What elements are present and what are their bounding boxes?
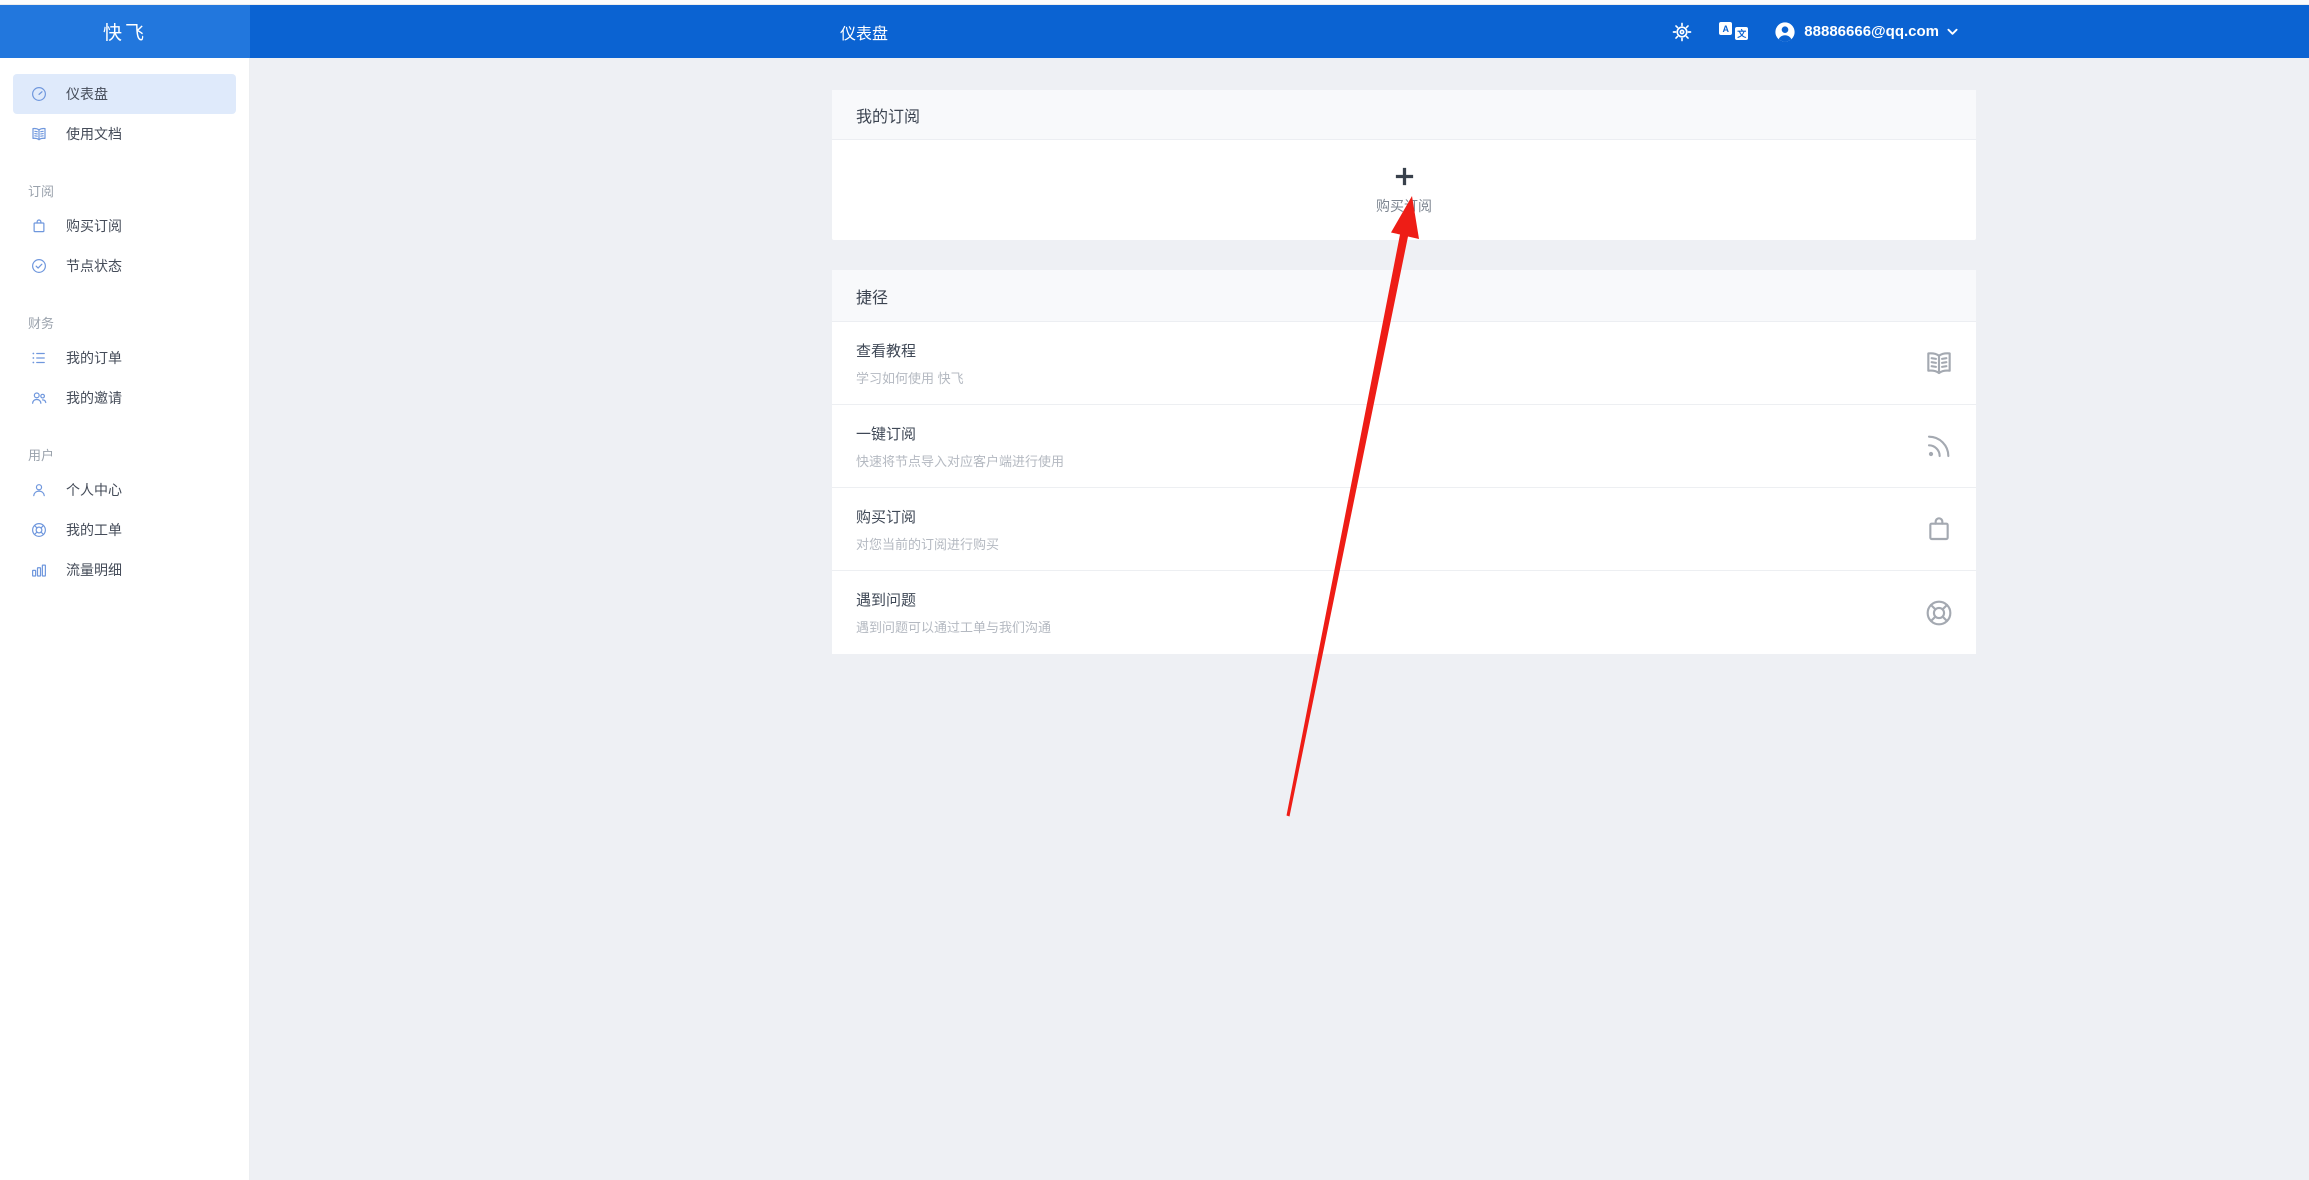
shortcut-subtitle: 学习如何使用 快飞 — [856, 368, 964, 387]
open-book-icon — [1923, 347, 1955, 379]
language-primary-glyph: A — [1719, 22, 1732, 35]
sidebar-item-label: 我的工单 — [66, 520, 122, 540]
sidebar: 仪表盘 使用文档 订阅 购买订阅 节点状态 财务 我的订单 — [0, 58, 250, 1180]
sidebar-item-label: 购买订阅 — [66, 216, 122, 236]
shortcut-text: 购买订阅 对您当前的订阅进行购买 — [856, 506, 999, 553]
user-avatar-icon — [1774, 21, 1796, 43]
sidebar-item-label: 我的订单 — [66, 348, 122, 368]
shortcuts-card: 捷径 查看教程 学习如何使用 快飞 一键订阅 快速将节点导入对应客户端进行使用 — [832, 270, 1976, 654]
shortcut-title: 遇到问题 — [856, 589, 1051, 610]
sidebar-item-label: 我的邀请 — [66, 388, 122, 408]
sidebar-item-dashboard[interactable]: 仪表盘 — [13, 74, 236, 114]
sidebar-item-node-status[interactable]: 节点状态 — [0, 246, 249, 286]
lifebuoy-icon — [30, 521, 48, 539]
sidebar-item-my-orders[interactable]: 我的订单 — [0, 338, 249, 378]
language-translate-icon[interactable]: A 文 — [1719, 22, 1750, 41]
open-book-icon — [30, 125, 48, 143]
sidebar-group-label-subscription: 订阅 — [0, 178, 249, 206]
sidebar-item-label: 流量明细 — [66, 560, 122, 580]
sidebar-item-profile[interactable]: 个人中心 — [0, 470, 249, 510]
sidebar-item-docs[interactable]: 使用文档 — [0, 114, 249, 154]
shortcut-view-tutorial[interactable]: 查看教程 学习如何使用 快飞 — [832, 322, 1976, 405]
my-subscription-card: 我的订阅 购买订阅 — [832, 90, 1976, 240]
main-content: 我的订阅 购买订阅 捷径 查看教程 学习如何使用 快飞 — [832, 58, 1976, 654]
lifebuoy-icon — [1923, 597, 1955, 629]
sidebar-group-label-finance: 财务 — [0, 310, 249, 338]
shortcut-buy-subscription[interactable]: 购买订阅 对您当前的订阅进行购买 — [832, 488, 1976, 571]
user-icon — [30, 481, 48, 499]
buy-subscription-button[interactable]: 购买订阅 — [832, 140, 1976, 240]
user-menu[interactable]: 88886666@qq.com — [1774, 21, 1958, 43]
language-secondary-glyph: 文 — [1735, 27, 1748, 40]
chevron-down-icon — [1947, 28, 1958, 36]
shortcut-title: 查看教程 — [856, 340, 964, 361]
my-subscription-card-header: 我的订阅 — [832, 90, 1976, 140]
shortcut-text: 遇到问题 遇到问题可以通过工单与我们沟通 — [856, 589, 1051, 636]
sidebar-item-my-invites[interactable]: 我的邀请 — [0, 378, 249, 418]
sidebar-item-label: 个人中心 — [66, 480, 122, 500]
card-title: 捷径 — [856, 284, 888, 308]
dashboard-page: { "app": { "logo": "快飞" }, "header": { "… — [0, 0, 2309, 1180]
card-title: 我的订阅 — [856, 103, 920, 127]
gauge-icon — [30, 85, 48, 103]
sidebar-item-my-tickets[interactable]: 我的工单 — [0, 510, 249, 550]
sidebar-item-label: 仪表盘 — [66, 84, 108, 104]
check-circle-icon — [30, 257, 48, 275]
sidebar-item-label: 使用文档 — [66, 124, 122, 144]
order-list-icon — [30, 349, 48, 367]
shortcut-text: 一键订阅 快速将节点导入对应客户端进行使用 — [856, 423, 1064, 470]
app-logo[interactable]: 快飞 — [0, 5, 250, 58]
invite-users-icon — [30, 389, 48, 407]
shortcut-feedback[interactable]: 遇到问题 遇到问题可以通过工单与我们沟通 — [832, 571, 1976, 654]
shortcut-title: 购买订阅 — [856, 506, 999, 527]
rss-icon — [1923, 430, 1955, 462]
bar-chart-icon — [30, 561, 48, 579]
settings-gear-icon[interactable] — [1671, 21, 1693, 43]
sidebar-item-traffic-details[interactable]: 流量明细 — [0, 550, 249, 590]
shortcut-one-click-subscribe[interactable]: 一键订阅 快速将节点导入对应客户端进行使用 — [832, 405, 1976, 488]
shortcut-subtitle: 遇到问题可以通过工单与我们沟通 — [856, 617, 1051, 636]
buy-subscription-label: 购买订阅 — [1376, 196, 1432, 216]
user-email: 88886666@qq.com — [1804, 23, 1939, 40]
sidebar-group-label-user: 用户 — [0, 442, 249, 470]
shortcut-subtitle: 快速将节点导入对应客户端进行使用 — [856, 451, 1064, 470]
shortcuts-card-header: 捷径 — [832, 270, 1976, 322]
top-header: 快飞 仪表盘 A 文 888866 — [0, 5, 2309, 58]
header-actions: A 文 88886666@qq.com — [1671, 5, 1958, 58]
shortcut-subtitle: 对您当前的订阅进行购买 — [856, 534, 999, 553]
page-title: 仪表盘 — [840, 5, 888, 58]
shopping-bag-icon — [30, 217, 48, 235]
shortcut-title: 一键订阅 — [856, 423, 1064, 444]
plus-icon — [1393, 165, 1416, 188]
shopping-bag-icon — [1923, 513, 1955, 545]
shortcut-text: 查看教程 学习如何使用 快飞 — [856, 340, 964, 387]
sidebar-item-buy-subscription[interactable]: 购买订阅 — [0, 206, 249, 246]
sidebar-item-label: 节点状态 — [66, 256, 122, 276]
